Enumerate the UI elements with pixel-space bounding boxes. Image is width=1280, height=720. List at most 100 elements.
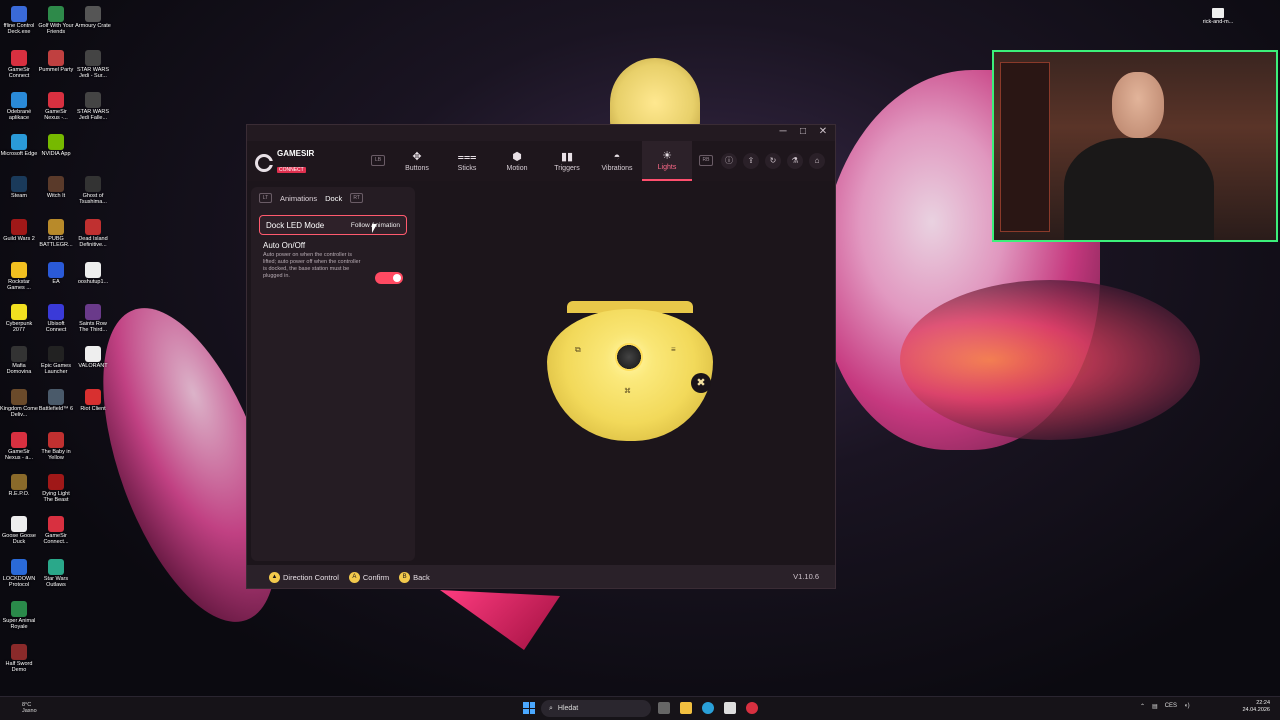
file-explorer-icon[interactable] bbox=[680, 702, 692, 714]
title-bar[interactable]: ─ □ ✕ bbox=[247, 125, 835, 141]
nav-tab-sticks[interactable]: ⩶ Sticks bbox=[442, 141, 492, 181]
start-button[interactable] bbox=[523, 702, 535, 714]
nav-tab-label: Motion bbox=[506, 164, 528, 172]
desktop-shortcut[interactable]: Odebrané aplikace bbox=[0, 88, 38, 121]
info-icon[interactable]: ⓘ bbox=[721, 153, 737, 169]
subtab-bumper-left[interactable]: LT bbox=[259, 193, 272, 203]
reset-icon[interactable]: ↻ bbox=[765, 153, 781, 169]
desktop-shortcut-label: Rockstar Games ... bbox=[7, 279, 31, 291]
desktop-shortcut-label: The Baby in Yellow bbox=[41, 449, 71, 461]
nav-tab-motion[interactable]: ⬢ Motion bbox=[492, 141, 542, 181]
store-icon[interactable] bbox=[724, 702, 736, 714]
test-icon[interactable]: ⚗ bbox=[787, 153, 803, 169]
desktop-shortcut[interactable]: Ghost of Tsushima... bbox=[74, 172, 112, 205]
desktop-shortcut[interactable]: rick-and-m... bbox=[1200, 4, 1236, 25]
desktop-shortcut[interactable]: R.E.P.O. bbox=[0, 470, 38, 497]
desktop-shortcut[interactable]: NVIDIA App bbox=[37, 130, 75, 157]
desktop-shortcut[interactable]: EA bbox=[37, 258, 75, 285]
desktop-shortcut[interactable]: Riot Client bbox=[74, 385, 112, 412]
desktop-shortcut[interactable]: The Baby in Yellow bbox=[37, 428, 75, 461]
minimize-button[interactable]: ─ bbox=[775, 126, 791, 137]
desktop-shortcut[interactable]: Cyberpunk 2077 bbox=[0, 300, 38, 333]
desktop-shortcut[interactable]: Star Wars Outlaws bbox=[37, 555, 75, 588]
desktop-shortcut-label: Witch It bbox=[46, 193, 66, 199]
tab-animations[interactable]: Animations bbox=[280, 194, 317, 203]
speaker-icon[interactable]: ◖) bbox=[1184, 703, 1190, 710]
desktop-shortcut-label: Star Wars Outlaws bbox=[43, 576, 69, 588]
desktop-shortcut[interactable]: STAR WARS Jedi - Sur... bbox=[74, 46, 112, 79]
weather-text: Jasno bbox=[22, 708, 37, 714]
desktop-shortcut[interactable]: Ubisoft Connect bbox=[37, 300, 75, 333]
desktop-shortcut-label: EA bbox=[52, 279, 60, 285]
nav-tab-vibrations[interactable]: ◓ Vibrations bbox=[592, 141, 642, 181]
close-button[interactable]: ✕ bbox=[815, 126, 831, 137]
network-icon[interactable]: ▤ bbox=[1152, 703, 1158, 710]
desktop-shortcut-label: Cyberpunk 2077 bbox=[5, 321, 33, 333]
desktop-shortcut-label: ooshutup1... bbox=[77, 279, 109, 285]
desktop-shortcut[interactable]: GameSir Nexus - a... bbox=[0, 428, 38, 461]
app-icon bbox=[11, 134, 27, 150]
desktop-shortcut[interactable]: Pummel Party bbox=[37, 46, 75, 73]
language-indicator[interactable]: CES bbox=[1165, 703, 1177, 710]
nav-tab-buttons[interactable]: ✥ Buttons bbox=[392, 141, 442, 181]
desktop-shortcut[interactable]: GameSir Connect... bbox=[37, 512, 75, 545]
search-box[interactable]: ⌕ Hledat bbox=[541, 700, 651, 717]
auto-on-off-toggle[interactable] bbox=[375, 272, 403, 284]
chevron-up-icon[interactable]: ⌃ bbox=[1140, 703, 1145, 710]
home-icon[interactable]: ⌂ bbox=[809, 153, 825, 169]
subtab-bumper-right[interactable]: RT bbox=[350, 193, 364, 203]
app-icon bbox=[85, 304, 101, 320]
nav-bumper-left[interactable]: LB bbox=[371, 155, 385, 166]
desktop-shortcut[interactable]: PUBG BATTLEGR... bbox=[37, 215, 75, 248]
nav-tab-lights[interactable]: ☀ Lights bbox=[642, 141, 692, 181]
desktop-shortcut[interactable]: Super Animal Royale bbox=[0, 597, 38, 630]
app-icon bbox=[85, 6, 101, 22]
desktop-shortcut[interactable]: GameSir Nexus -... bbox=[37, 88, 75, 121]
export-icon[interactable]: ⇪ bbox=[743, 153, 759, 169]
tab-dock[interactable]: Dock bbox=[325, 194, 342, 203]
desktop-shortcut[interactable]: Steam bbox=[0, 172, 38, 199]
desktop-shortcut[interactable]: Mafia Domovina bbox=[0, 342, 38, 375]
weather-widget[interactable]: 8°C Jasno bbox=[22, 702, 37, 714]
desktop-shortcut[interactable]: Guild Wars 2 bbox=[0, 215, 38, 242]
desktop-shortcut[interactable]: Epic Games Launcher bbox=[37, 342, 75, 375]
app-icon bbox=[85, 92, 101, 108]
maximize-button[interactable]: □ bbox=[795, 126, 811, 137]
clock[interactable]: 22:24 24.04.2026 bbox=[1242, 700, 1270, 714]
edge-icon[interactable] bbox=[702, 702, 714, 714]
desktop-shortcut[interactable]: STAR WARS Jedi Falle... bbox=[74, 88, 112, 121]
task-view-icon[interactable] bbox=[658, 702, 670, 714]
desktop-shortcut[interactable]: Kingdom Come Deliv... bbox=[0, 385, 38, 418]
desktop-shortcut[interactable]: Rockstar Games ... bbox=[0, 258, 38, 291]
desktop-shortcut[interactable]: Dead Island Definitive... bbox=[74, 215, 112, 248]
desktop-shortcut[interactable]: Battlefield™ 6 bbox=[37, 385, 75, 412]
desktop-shortcut[interactable]: ffline Control Deck.exe bbox=[0, 2, 38, 35]
nav-tab-triggers[interactable]: ▮▮ Triggers bbox=[542, 141, 592, 181]
desktop-shortcut[interactable]: GameSir Connect bbox=[0, 46, 38, 79]
desktop-shortcut[interactable]: ooshutup1... bbox=[74, 258, 112, 285]
app-icon bbox=[11, 644, 27, 660]
desktop-shortcut-label: Goose Goose Duck bbox=[2, 533, 36, 545]
dock-led-mode-row[interactable]: Dock LED Mode Follow Animation bbox=[259, 215, 407, 235]
desktop-shortcut[interactable]: Saints Row The Third... bbox=[74, 300, 112, 333]
dock-led-mode-label: Dock LED Mode bbox=[266, 220, 325, 230]
nav-bumper-right[interactable]: RB bbox=[699, 155, 713, 166]
desktop-shortcut[interactable]: LOCKDOWN Protocol bbox=[0, 555, 38, 588]
desktop-shortcut[interactable]: Witch It bbox=[37, 172, 75, 199]
nav-tab-label: Buttons bbox=[405, 164, 429, 172]
hint-direction-control: ▲ Direction Control bbox=[269, 571, 339, 583]
desktop-shortcut-label: Pummel Party bbox=[38, 67, 74, 73]
desktop-shortcut[interactable]: Dying Light The Beast bbox=[37, 470, 75, 503]
desktop-shortcut-label: Super Animal Royale bbox=[2, 618, 36, 630]
desktop-shortcut[interactable]: Half Sword Demo bbox=[0, 640, 38, 673]
desktop-shortcut[interactable]: Armoury Crate bbox=[74, 2, 112, 29]
gamesir-taskbar-icon[interactable] bbox=[746, 702, 758, 714]
desktop-shortcut-label: Microsoft Edge bbox=[0, 151, 38, 157]
desktop-shortcut[interactable]: Goose Goose Duck bbox=[0, 512, 38, 545]
desktop-shortcut[interactable]: VALORANT bbox=[74, 342, 112, 369]
app-icon bbox=[11, 389, 27, 405]
desktop-shortcut[interactable]: Golf With Your Friends bbox=[37, 2, 75, 35]
home-button-icon bbox=[615, 343, 643, 371]
desktop-shortcut[interactable]: Microsoft Edge bbox=[0, 130, 38, 157]
auto-on-off-title: Auto On/Off bbox=[263, 241, 306, 250]
